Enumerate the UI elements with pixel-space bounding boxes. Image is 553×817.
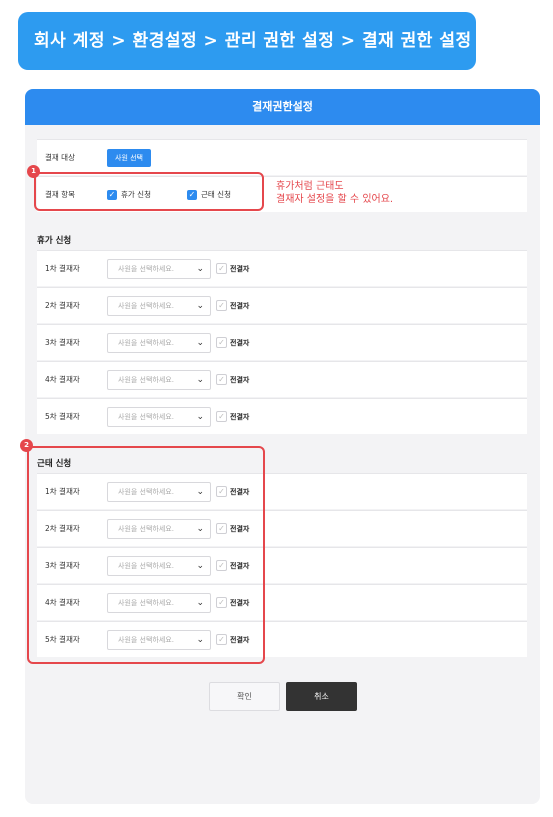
target-row: 결재 대상 사원 선택 <box>37 139 527 175</box>
approver-label: 3차 결재자 <box>45 338 80 347</box>
target-label: 결재 대상 <box>45 153 75 162</box>
approver-row: 4차 결재자 사원을 선택하세요. ⌄ ✓ 전결자 <box>37 361 527 397</box>
approver-row: 3차 결재자 사원을 선택하세요. ⌄ ✓ 전결자 <box>37 324 527 360</box>
approver-label: 5차 결재자 <box>45 412 80 421</box>
approver-row: 1차 결재자 사원을 선택하세요. ⌄ ✓ 전결자 <box>37 250 527 286</box>
callout-note: 휴가처럼 근태도 결재자 설정을 할 수 있어요. <box>276 180 393 206</box>
approver-select[interactable]: 사원을 선택하세요. ⌄ <box>107 332 211 353</box>
checkmark-icon: ✓ <box>216 263 227 274</box>
chevron-down-icon: ⌄ <box>196 263 204 274</box>
chevron-down-icon: ⌄ <box>196 374 204 385</box>
approver-select-placeholder: 사원을 선택하세요. <box>118 375 174 384</box>
chevron-down-icon: ⌄ <box>196 337 204 348</box>
approver-row: 2차 결재자 사원을 선택하세요. ⌄ ✓ 전결자 <box>37 287 527 323</box>
pre-approver-checkbox[interactable]: ✓ 전결자 <box>216 263 249 274</box>
approver-select[interactable]: 사원을 선택하세요. ⌄ <box>107 406 211 427</box>
approver-label: 1차 결재자 <box>45 264 80 273</box>
checkmark-icon: ✓ <box>216 411 227 422</box>
pre-approver-label: 전결자 <box>230 264 250 273</box>
step-badge-2: 2 <box>20 439 33 452</box>
approver-select-placeholder: 사원을 선택하세요. <box>118 338 174 347</box>
step-badge-1: 1 <box>27 165 40 178</box>
approver-select[interactable]: 사원을 선택하세요. ⌄ <box>107 258 211 279</box>
cancel-button[interactable]: 취소 <box>286 682 357 711</box>
confirm-button[interactable]: 확인 <box>209 682 280 711</box>
pre-approver-label: 전결자 <box>230 301 250 310</box>
pre-approver-label: 전결자 <box>230 412 250 421</box>
breadcrumb: 회사 계정 > 환경설정 > 관리 권한 설정 > 결재 권한 설정 <box>18 12 476 70</box>
callout-line-1: 휴가처럼 근태도 <box>276 181 344 192</box>
approver-label: 4차 결재자 <box>45 375 80 384</box>
pre-approver-label: 전결자 <box>230 338 250 347</box>
highlight-box-items <box>34 172 264 211</box>
highlight-box-attendance <box>27 446 265 664</box>
approver-select-placeholder: 사원을 선택하세요. <box>118 301 174 310</box>
chevron-down-icon: ⌄ <box>196 300 204 311</box>
checkmark-icon: ✓ <box>216 300 227 311</box>
approver-select-placeholder: 사원을 선택하세요. <box>118 264 174 273</box>
callout-line-2: 결재자 설정을 할 수 있어요. <box>276 194 394 205</box>
approver-select-placeholder: 사원을 선택하세요. <box>118 412 174 421</box>
approver-select[interactable]: 사원을 선택하세요. ⌄ <box>107 369 211 390</box>
approver-row: 5차 결재자 사원을 선택하세요. ⌄ ✓ 전결자 <box>37 398 527 434</box>
leave-section-title: 휴가 신청 <box>37 236 72 246</box>
pre-approver-checkbox[interactable]: ✓ 전결자 <box>216 411 249 422</box>
pre-approver-label: 전결자 <box>230 375 250 384</box>
select-employee-button[interactable]: 사원 선택 <box>107 148 151 167</box>
checkmark-icon: ✓ <box>216 374 227 385</box>
checkmark-icon: ✓ <box>216 337 227 348</box>
panel-title: 결재권한설정 <box>25 89 540 125</box>
approver-label: 2차 결재자 <box>45 301 80 310</box>
approver-select[interactable]: 사원을 선택하세요. ⌄ <box>107 295 211 316</box>
chevron-down-icon: ⌄ <box>196 411 204 422</box>
pre-approver-checkbox[interactable]: ✓ 전결자 <box>216 300 249 311</box>
pre-approver-checkbox[interactable]: ✓ 전결자 <box>216 374 249 385</box>
pre-approver-checkbox[interactable]: ✓ 전결자 <box>216 337 249 348</box>
